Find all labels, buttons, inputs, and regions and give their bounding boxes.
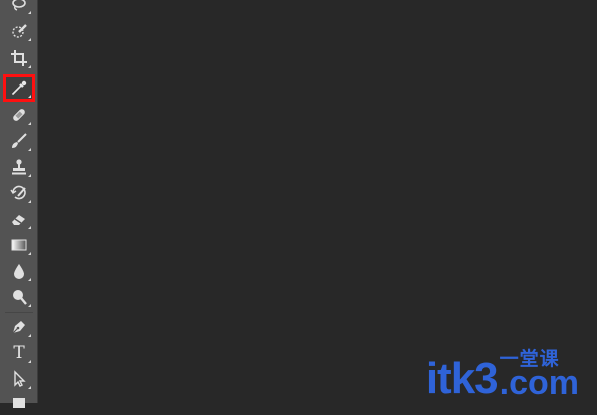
flyout-indicator xyxy=(28,65,31,68)
gradient-tool-button[interactable] xyxy=(5,233,33,257)
quick-selection-tool-button[interactable] xyxy=(5,19,33,43)
flyout-indicator xyxy=(28,278,31,281)
eyedropper-icon xyxy=(12,80,27,95)
flyout-indicator xyxy=(28,360,31,363)
quick-selection-icon xyxy=(12,24,27,38)
history-brush-tool-button[interactable] xyxy=(5,181,33,205)
spot-healing-brush-tool-button[interactable] xyxy=(5,103,33,127)
type-tool-button[interactable]: T xyxy=(5,341,33,365)
history-brush-icon xyxy=(10,185,26,200)
tools-panel: T xyxy=(0,0,38,408)
flyout-indicator xyxy=(28,174,31,177)
flyout-indicator xyxy=(28,334,31,337)
rectangle-icon xyxy=(13,398,25,408)
arrow-cursor-icon xyxy=(14,370,26,387)
lasso-tool-button[interactable] xyxy=(5,0,33,16)
flyout-indicator xyxy=(28,226,31,229)
type-icon: T xyxy=(13,343,25,363)
eraser-tool-button[interactable] xyxy=(5,207,33,231)
crop-tool-button[interactable] xyxy=(5,46,33,70)
lasso-icon xyxy=(12,0,26,11)
flyout-indicator xyxy=(28,386,31,389)
flyout-indicator xyxy=(28,122,31,125)
flyout-indicator xyxy=(28,200,31,203)
pen-tool-button[interactable] xyxy=(5,315,33,339)
stamp-icon xyxy=(12,159,26,175)
flyout-indicator xyxy=(28,148,31,151)
watermark-main-text: itk3 xyxy=(425,354,499,403)
flyout-indicator xyxy=(28,38,31,41)
watermark-logo: itk3 一堂课 .com xyxy=(426,349,579,401)
eyedropper-tool-button[interactable] xyxy=(3,74,35,102)
crop-icon xyxy=(11,50,27,66)
healing-bandage-icon xyxy=(13,109,25,121)
flyout-indicator xyxy=(28,304,31,307)
brush-tool-button[interactable] xyxy=(5,129,33,153)
flyout-indicator xyxy=(28,11,31,14)
watermark-suffix: 一堂课 .com xyxy=(499,349,579,402)
pen-nib-icon xyxy=(12,321,25,334)
document-canvas-area[interactable] xyxy=(38,0,597,403)
watermark-domain-text: .com xyxy=(499,364,579,402)
shape-tool-button[interactable] xyxy=(5,391,33,415)
gradient-icon xyxy=(11,239,27,251)
flyout-indicator xyxy=(28,95,31,98)
drop-icon xyxy=(14,264,24,279)
brush-icon xyxy=(12,133,27,148)
blur-tool-button[interactable] xyxy=(5,259,33,283)
dodge-icon xyxy=(13,290,27,305)
clone-stamp-tool-button[interactable] xyxy=(5,155,33,179)
flyout-indicator xyxy=(28,252,31,255)
eraser-icon xyxy=(12,215,25,225)
toolbar-divider xyxy=(5,312,33,313)
path-selection-tool-button[interactable] xyxy=(5,367,33,391)
dodge-tool-button[interactable] xyxy=(5,285,33,309)
